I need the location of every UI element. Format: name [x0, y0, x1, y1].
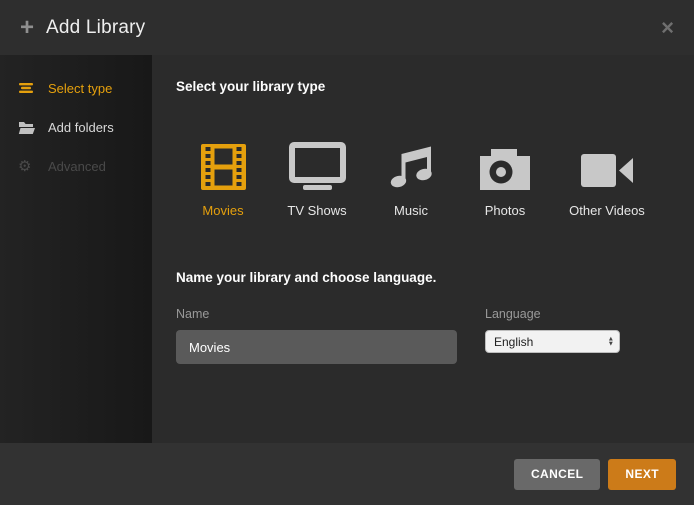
library-name-input[interactable]: [176, 330, 457, 364]
type-list-icon: [18, 82, 38, 96]
dialog-body: Select type Add folders ⚙ Advanced Selec…: [0, 55, 694, 443]
folder-icon: [18, 121, 38, 135]
sidebar-item-advanced[interactable]: ⚙ Advanced: [0, 147, 152, 186]
library-type-label: TV Shows: [287, 203, 346, 218]
tv-icon: [289, 140, 346, 190]
name-language-heading: Name your library and choose language.: [176, 270, 670, 285]
library-type-label: Photos: [485, 203, 525, 218]
gear-icon: ⚙: [18, 159, 38, 174]
library-type-label: Other Videos: [569, 203, 645, 218]
video-camera-icon: [581, 140, 634, 190]
close-icon[interactable]: ×: [661, 17, 674, 39]
music-note-icon: [389, 140, 434, 190]
dialog-footer: CANCEL NEXT: [0, 443, 694, 505]
name-label: Name: [176, 307, 457, 321]
cancel-button[interactable]: CANCEL: [514, 459, 600, 490]
wizard-sidebar: Select type Add folders ⚙ Advanced: [0, 55, 152, 443]
library-type-label: Music: [394, 203, 428, 218]
dialog-title: Add Library: [46, 17, 145, 39]
library-type-picker: Movies TV Shows: [176, 140, 670, 218]
camera-icon: [480, 140, 530, 190]
library-type-heading: Select your library type: [176, 79, 670, 94]
library-type-tv-shows[interactable]: TV Shows: [270, 140, 364, 218]
library-type-other-videos[interactable]: Other Videos: [552, 140, 662, 218]
language-select[interactable]: English: [485, 330, 620, 353]
film-icon: [201, 140, 246, 190]
library-type-label: Movies: [202, 203, 243, 218]
library-type-movies[interactable]: Movies: [176, 140, 270, 218]
dialog-header: + Add Library ×: [0, 0, 694, 55]
sidebar-item-add-folders[interactable]: Add folders: [0, 108, 152, 147]
plus-icon: +: [20, 16, 34, 40]
main-panel: Select your library type: [152, 55, 694, 443]
library-type-photos[interactable]: Photos: [458, 140, 552, 218]
language-label: Language: [485, 307, 620, 321]
next-button[interactable]: NEXT: [608, 459, 676, 490]
sidebar-item-label: Add folders: [48, 120, 114, 135]
sidebar-item-label: Advanced: [48, 159, 106, 174]
library-type-music[interactable]: Music: [364, 140, 458, 218]
sidebar-item-select-type[interactable]: Select type: [0, 69, 152, 108]
sidebar-item-label: Select type: [48, 81, 112, 96]
